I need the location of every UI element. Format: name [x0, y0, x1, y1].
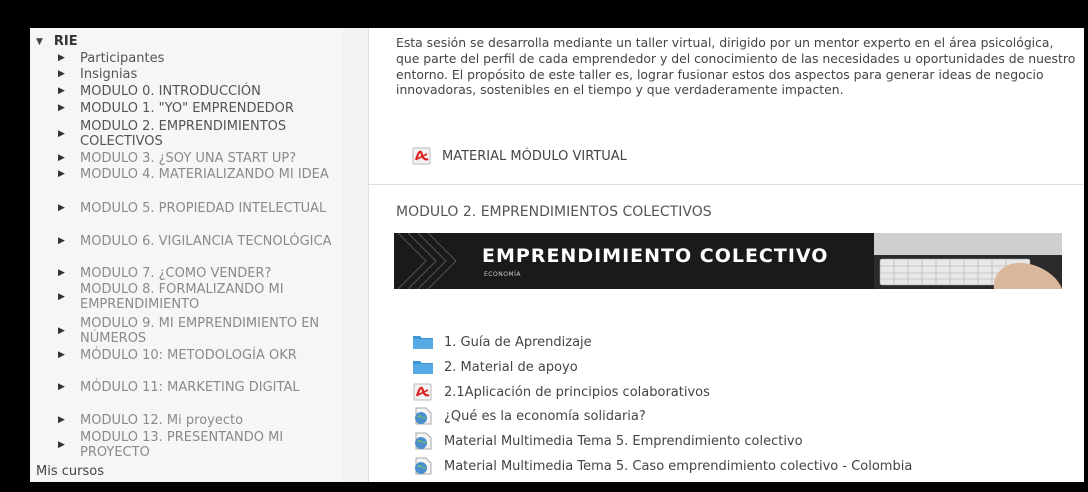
- course-navigation-sidebar: ▼ RIE ▶ Participantes ▶ Insignias ▶ MODU…: [30, 28, 343, 482]
- sidebar-item-label[interactable]: MODULO 12. Mi proyecto: [80, 413, 342, 428]
- chevron-right-icon[interactable]: ▶: [58, 51, 70, 66]
- chevron-right-icon[interactable]: ▶: [58, 167, 70, 182]
- url-icon: [415, 407, 432, 425]
- chevron-right-icon[interactable]: ▶: [58, 67, 70, 82]
- chevron-right-icon[interactable]: ▶: [58, 266, 70, 281]
- resource-economia-solidaria[interactable]: ¿Qué es la economía solidaria?: [412, 407, 646, 425]
- sidebar-item-label[interactable]: MODULO 2. EMPRENDIMIENTOS COLECTIVOS: [80, 119, 342, 149]
- resource-material-apoyo[interactable]: 2. Material de apoyo: [412, 358, 578, 376]
- sidebar-item-label[interactable]: MODULO 8. FORMALIZANDO MI EMPRENDIMIENTO: [80, 282, 342, 312]
- section-divider: [368, 184, 1084, 185]
- pdf-icon: [412, 147, 432, 165]
- resource-label[interactable]: 2. Material de apoyo: [444, 360, 578, 375]
- sidebar-item-modulo-6[interactable]: ▶ MODULO 6. VIGILANCIA TECNOLÓGICA: [58, 234, 342, 249]
- sidebar-item-label[interactable]: Participantes: [80, 51, 342, 66]
- sidebar-scrollbar[interactable]: [342, 28, 369, 482]
- sidebar-item-modulo-7[interactable]: ▶ MODULO 7. ¿COMO VENDER?: [58, 266, 342, 281]
- chevron-right-icon[interactable]: ▶: [58, 127, 70, 142]
- chevron-right-icon[interactable]: ▶: [58, 201, 70, 216]
- resource-multimedia-caso-colombia[interactable]: Material Multimedia Tema 5. Caso emprend…: [412, 457, 912, 475]
- chevron-pattern-graphic: [397, 233, 457, 289]
- sidebar-item-label[interactable]: MÓDULO 10: METODOLOGÍA OKR: [80, 348, 342, 363]
- sidebar-item-modulo-1[interactable]: ▶ MODULO 1. "YO" EMPRENDEDOR: [58, 101, 342, 116]
- resource-label[interactable]: 1. Guía de Aprendizaje: [444, 335, 592, 350]
- sidebar-root-label: RIE: [53, 34, 78, 49]
- sidebar-item-label[interactable]: Insignias: [80, 67, 342, 82]
- sidebar-item-participantes[interactable]: ▶ Participantes: [58, 51, 342, 66]
- sidebar-item-modulo-5[interactable]: ▶ MODULO 5. PROPIEDAD INTELECTUAL: [58, 201, 342, 216]
- sidebar-item-modulo-9[interactable]: ▶ MODULO 9. MI EMPRENDIMIENTO EN NÚMEROS: [58, 316, 342, 346]
- chevron-right-icon[interactable]: ▶: [58, 438, 70, 453]
- chevron-right-icon[interactable]: ▶: [58, 84, 70, 99]
- folder-icon: [413, 336, 433, 349]
- sidebar-item-modulo-3[interactable]: ▶ MODULO 3. ¿SOY UNA START UP?: [58, 151, 342, 166]
- resource-principios-colaborativos[interactable]: 2.1Aplicación de principios colaborativo…: [412, 383, 710, 401]
- sidebar-item-modulo-10[interactable]: ▶ MÓDULO 10: METODOLOGÍA OKR: [58, 348, 342, 363]
- section-banner-image: EMPRENDIMIENTO COLECTIVO ECONOMÍA: [394, 233, 1062, 289]
- chevron-right-icon[interactable]: ▶: [58, 348, 70, 363]
- sidebar-item-modulo-12[interactable]: ▶ MODULO 12. Mi proyecto: [58, 413, 342, 428]
- banner-subtitle: ECONOMÍA: [484, 271, 521, 278]
- section-title: MODULO 2. EMPRENDIMIENTOS COLECTIVOS: [396, 204, 712, 220]
- resource-label[interactable]: Material Multimedia Tema 5. Caso emprend…: [444, 459, 912, 474]
- sidebar-item-insignias[interactable]: ▶ Insignias: [58, 67, 342, 82]
- sidebar-root-rie[interactable]: ▼ RIE: [36, 34, 78, 49]
- sidebar-item-label[interactable]: MODULO 1. "YO" EMPRENDEDOR: [80, 101, 342, 116]
- sidebar-item-modulo-13[interactable]: ▶ MODULO 13. PRESENTANDO MI PROYECTO: [58, 430, 342, 460]
- chevron-right-icon[interactable]: ▶: [58, 234, 70, 249]
- sidebar-item-modulo-0[interactable]: ▶ MODULO 0. INTRODUCCIÓN: [58, 84, 342, 99]
- sidebar-item-label[interactable]: MÓDULO 11: MARKETING DIGITAL: [80, 380, 342, 395]
- section-summary-text: Esta sesión se desarrolla mediante un ta…: [396, 35, 1076, 98]
- resource-label[interactable]: Material Multimedia Tema 5. Emprendimien…: [444, 434, 803, 449]
- sidebar-item-label[interactable]: MODULO 4. MATERIALIZANDO MI IDEA: [80, 167, 342, 182]
- folder-icon: [413, 361, 433, 374]
- sidebar-item-modulo-4[interactable]: ▶ MODULO 4. MATERIALIZANDO MI IDEA: [58, 167, 342, 182]
- sidebar-item-modulo-8[interactable]: ▶ MODULO 8. FORMALIZANDO MI EMPRENDIMIEN…: [58, 282, 342, 312]
- course-content: Esta sesión se desarrolla mediante un ta…: [368, 28, 1084, 482]
- resource-label[interactable]: ¿Qué es la economía solidaria?: [444, 409, 646, 424]
- chevron-right-icon[interactable]: ▶: [58, 413, 70, 428]
- sidebar-item-label[interactable]: MODULO 0. INTRODUCCIÓN: [80, 84, 342, 99]
- url-icon: [415, 457, 432, 475]
- sidebar-item-modulo-2[interactable]: ▶ MODULO 2. EMPRENDIMIENTOS COLECTIVOS: [58, 119, 342, 149]
- sidebar-item-label[interactable]: MODULO 7. ¿COMO VENDER?: [80, 266, 342, 281]
- resource-label[interactable]: MATERIAL MÓDULO VIRTUAL: [442, 149, 627, 164]
- chevron-down-icon[interactable]: ▼: [36, 37, 43, 47]
- resource-guia-aprendizaje[interactable]: 1. Guía de Aprendizaje: [412, 333, 592, 351]
- sidebar-item-label[interactable]: MODULO 6. VIGILANCIA TECNOLÓGICA: [80, 234, 342, 249]
- banner-title: EMPRENDIMIENTO COLECTIVO: [482, 245, 829, 267]
- pdf-icon: [413, 383, 432, 401]
- resource-label[interactable]: 2.1Aplicación de principios colaborativo…: [444, 385, 710, 400]
- course-window: ▼ RIE ▶ Participantes ▶ Insignias ▶ MODU…: [30, 28, 1084, 482]
- sidebar-item-label[interactable]: MODULO 3. ¿SOY UNA START UP?: [80, 151, 342, 166]
- chevron-right-icon[interactable]: ▶: [58, 324, 70, 339]
- sidebar-item-label[interactable]: MODULO 5. PROPIEDAD INTELECTUAL: [80, 201, 342, 216]
- resource-material-modulo-virtual[interactable]: MATERIAL MÓDULO VIRTUAL: [412, 147, 627, 165]
- chevron-right-icon[interactable]: ▶: [58, 290, 70, 305]
- chevron-right-icon[interactable]: ▶: [58, 380, 70, 395]
- chevron-right-icon[interactable]: ▶: [58, 101, 70, 116]
- laptop-hand-photo: [874, 233, 1062, 289]
- resource-multimedia-emprendimiento[interactable]: Material Multimedia Tema 5. Emprendimien…: [412, 432, 803, 450]
- sidebar-item-label[interactable]: MODULO 13. PRESENTANDO MI PROYECTO: [80, 430, 342, 460]
- url-icon: [415, 432, 432, 450]
- sidebar-item-label[interactable]: MODULO 9. MI EMPRENDIMIENTO EN NÚMEROS: [80, 316, 342, 346]
- sidebar-item-modulo-11[interactable]: ▶ MÓDULO 11: MARKETING DIGITAL: [58, 380, 342, 395]
- sidebar-link-mis-cursos[interactable]: Mis cursos: [36, 464, 104, 479]
- chevron-right-icon[interactable]: ▶: [58, 151, 70, 166]
